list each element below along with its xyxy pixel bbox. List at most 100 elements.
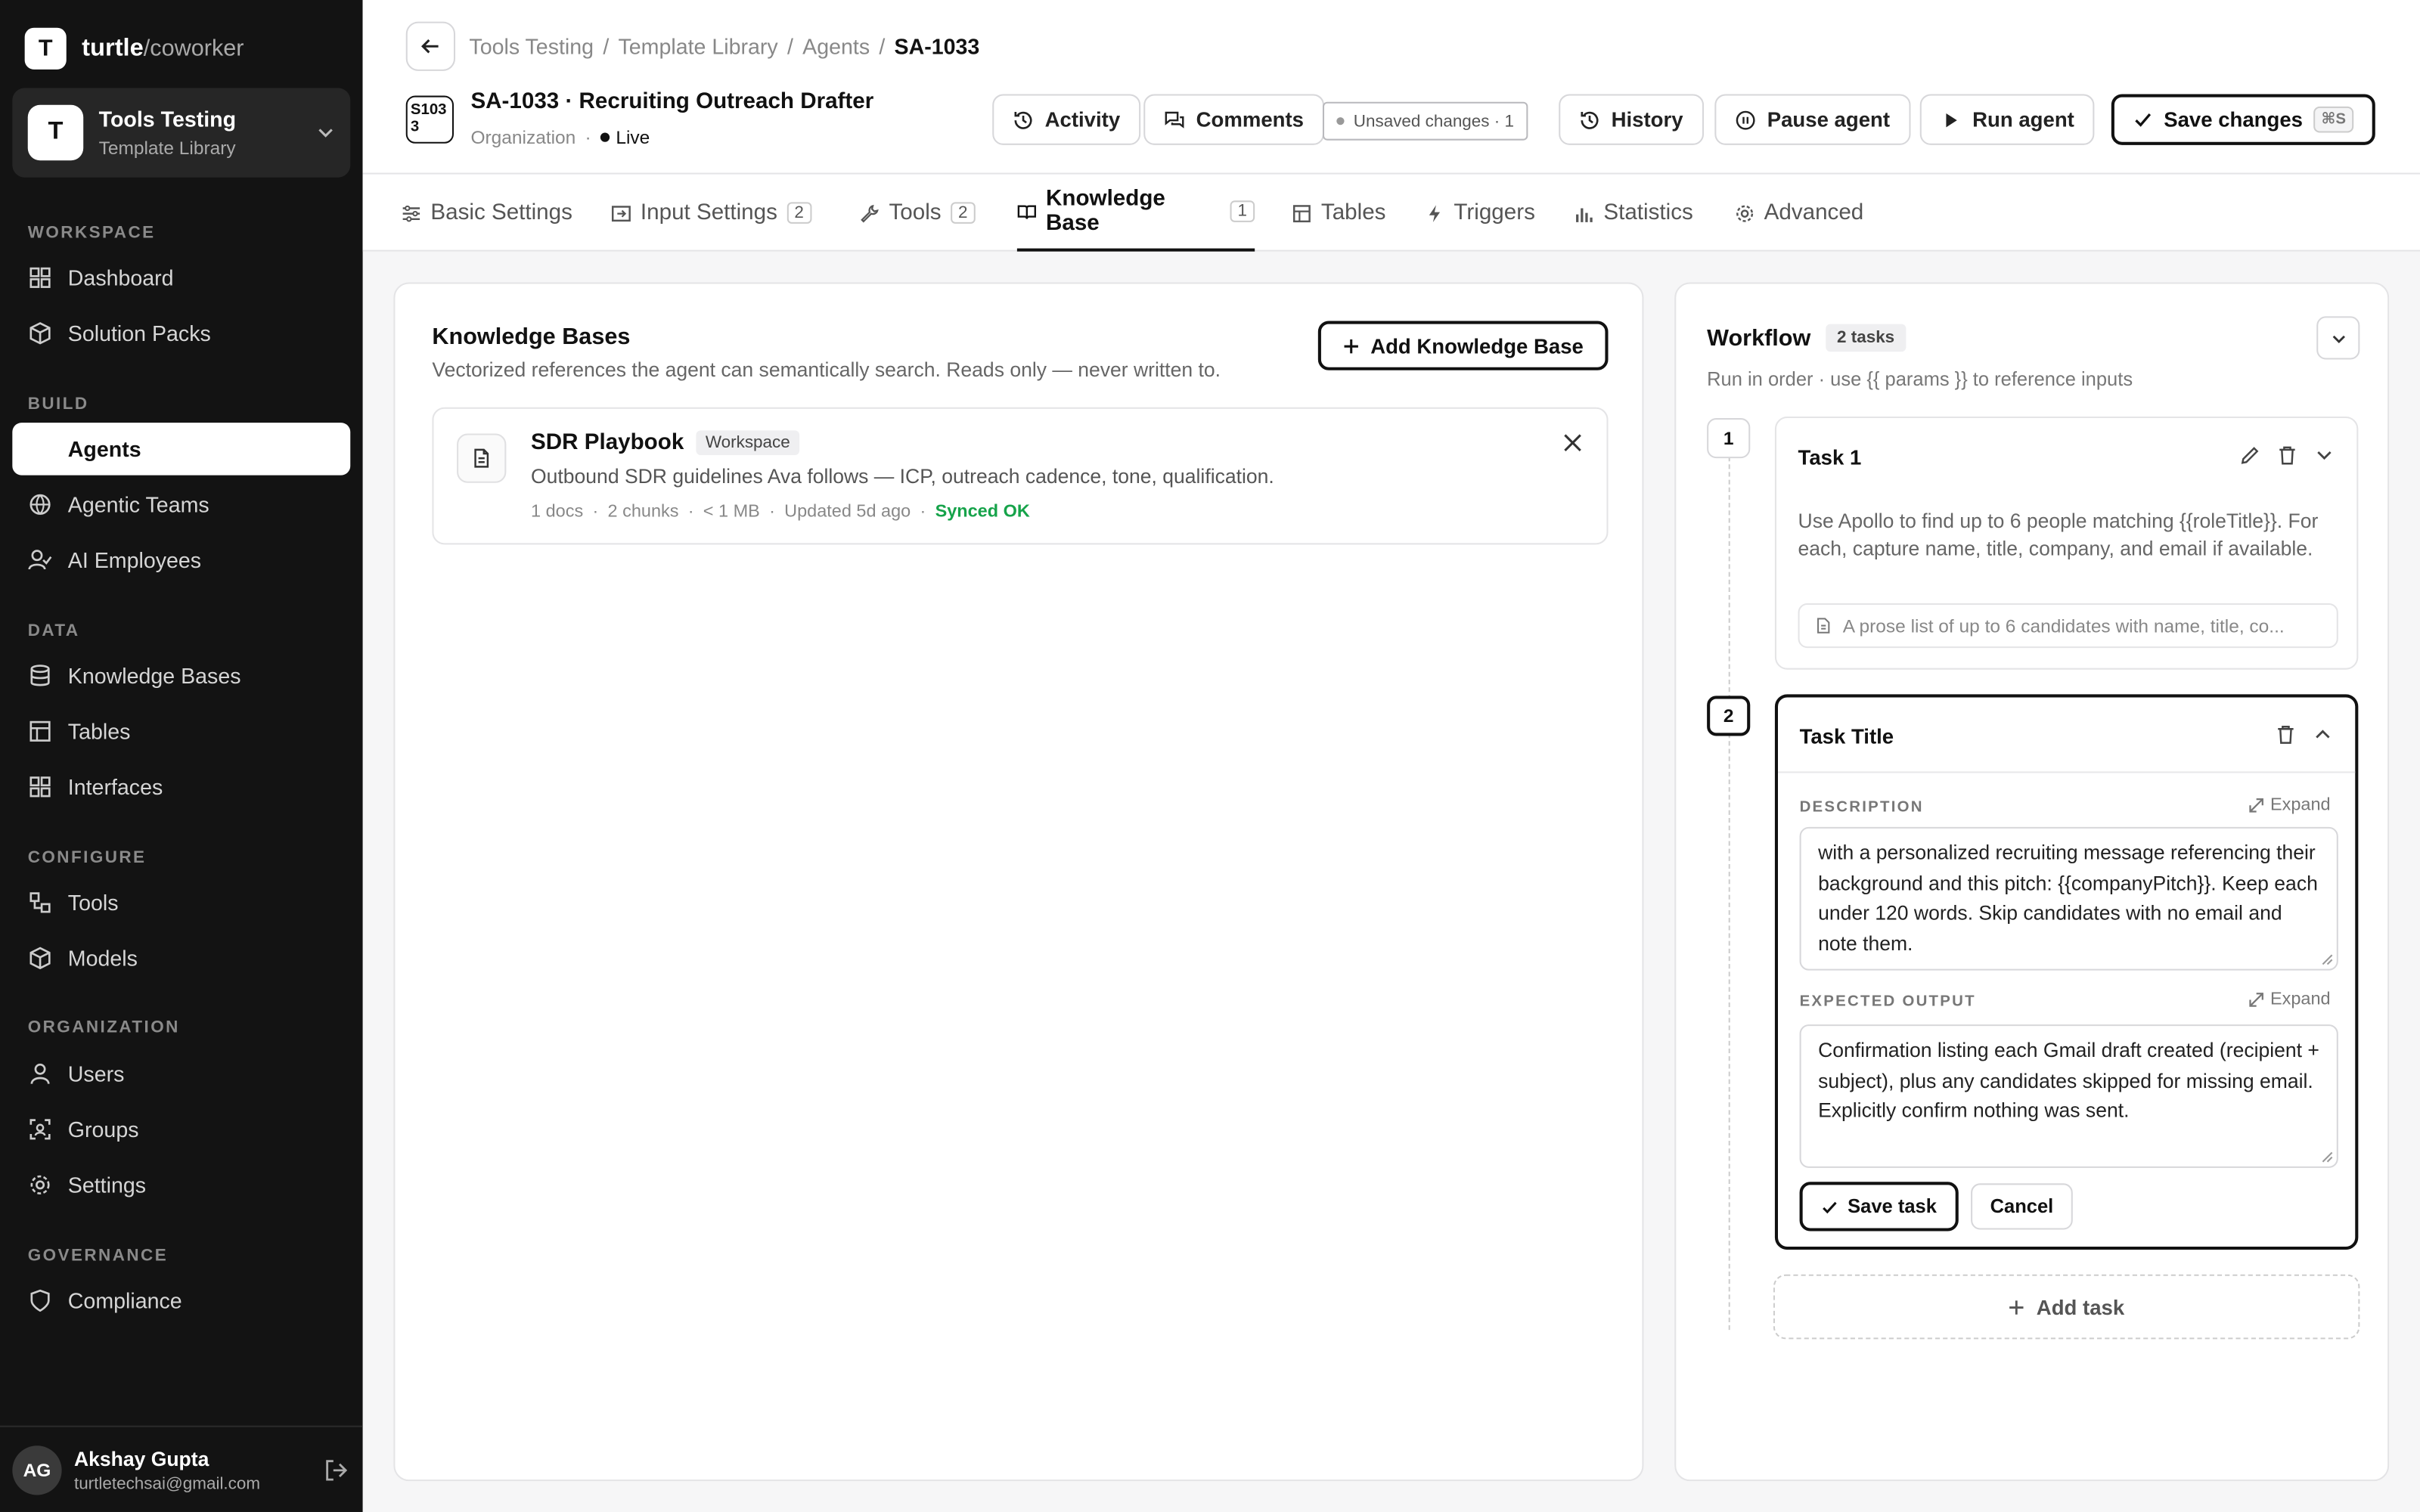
breadcrumb-template-library[interactable]: Template Library — [618, 34, 777, 59]
chevron-up-icon[interactable] — [2312, 723, 2334, 745]
sidebar-item-tools[interactable]: Tools — [12, 876, 350, 928]
task-expected-output-input[interactable]: Confirmation listing each Gmail draft cr… — [1799, 1024, 2338, 1168]
wrench-icon — [861, 203, 879, 222]
chevron-down-icon[interactable] — [2313, 445, 2335, 466]
trash-icon[interactable] — [2276, 445, 2298, 466]
kb-updated: Updated 5d ago — [784, 503, 911, 522]
knowledge-bases-panel: Knowledge Bases Vectorized references th… — [393, 282, 1644, 1482]
database-icon — [28, 664, 53, 689]
sidebar-item-dashboard[interactable]: Dashboard — [12, 252, 350, 304]
add-knowledge-base-button[interactable]: Add Knowledge Base — [1317, 321, 1609, 370]
tab-count: 2 — [950, 202, 976, 224]
tab-basic-settings[interactable]: Basic Settings — [402, 175, 572, 252]
sidebar-item-agents[interactable]: Agents — [12, 423, 351, 476]
kb-description: Outbound SDR guidelines Ava follows — IC… — [531, 464, 1274, 488]
user-profile[interactable]: AG Akshay Gupta turtletechsai@gmail.com — [0, 1425, 363, 1512]
tab-statistics[interactable]: Statistics — [1575, 175, 1693, 252]
run-agent-button[interactable]: Run agent — [1919, 94, 2095, 145]
document-icon — [1817, 618, 1830, 634]
knowledge-base-card[interactable]: SDR Playbook Workspace Outbound SDR guid… — [432, 407, 1609, 545]
workflow-title: Workflow — [1707, 324, 1811, 352]
add-kb-label: Add Knowledge Base — [1370, 333, 1584, 358]
resize-handle-icon[interactable] — [2319, 952, 2333, 965]
dashboard-icon — [28, 265, 53, 290]
collapse-workflow-button[interactable] — [2316, 316, 2360, 360]
tab-triggers[interactable]: Triggers — [1425, 175, 1535, 252]
tab-count: 1 — [1230, 200, 1255, 222]
check-icon — [1823, 1201, 1837, 1213]
nav-section-data: DATA — [27, 621, 80, 640]
layout-icon — [28, 774, 53, 799]
kb-name: SDR Playbook — [531, 430, 684, 456]
logout-icon[interactable] — [323, 1455, 351, 1483]
expand-description-button[interactable]: Expand — [2248, 796, 2331, 815]
cancel-button[interactable]: Cancel — [1971, 1183, 2073, 1230]
expand-icon — [2249, 798, 2263, 813]
kb-meta: 1 docs · 2 chunks · < 1 MB · Updated 5d … — [531, 503, 1030, 521]
tab-label: Statistics — [1603, 200, 1693, 225]
tab-label: Triggers — [1454, 200, 1535, 225]
sidebar-item-agentic-teams[interactable]: Agentic Teams — [12, 479, 350, 531]
comments-button[interactable]: Comments — [1143, 94, 1324, 145]
workflow-panel: Workflow 2 tasks Run in order · use {{ p… — [1674, 282, 2390, 1482]
sidebar-item-label: Tools — [67, 890, 119, 916]
kb-chunks: 2 chunks — [607, 503, 679, 522]
resize-handle-icon[interactable] — [2319, 1149, 2333, 1163]
task-expected-output: A prose list of up to 6 candidates with … — [1798, 603, 2338, 649]
sidebar-item-groups[interactable]: Groups — [12, 1103, 350, 1155]
save-task-button[interactable]: Save task — [1799, 1182, 1959, 1232]
sidebar: T turtle/coworker T Tools Testing Templa… — [0, 0, 363, 1512]
back-button[interactable] — [405, 21, 456, 71]
sidebar-item-compliance[interactable]: Compliance — [12, 1275, 350, 1327]
sidebar-item-label: Models — [67, 946, 138, 971]
expand-output-button[interactable]: Expand — [2248, 990, 2331, 1009]
edit-icon[interactable] — [2239, 445, 2261, 466]
tab-advanced[interactable]: Advanced — [1735, 175, 1863, 252]
section-title: Knowledge Bases — [432, 324, 631, 351]
pause-agent-button[interactable]: Pause agent — [1714, 94, 1910, 145]
tab-tables[interactable]: Tables — [1292, 175, 1385, 252]
trash-icon[interactable] — [2275, 723, 2297, 745]
workspace-switcher[interactable]: T Tools Testing Template Library — [12, 88, 351, 178]
sidebar-item-label: Compliance — [67, 1288, 182, 1313]
sidebar-item-solution-packs[interactable]: Solution Packs — [12, 307, 350, 359]
task-title[interactable]: Task Title — [1800, 725, 1894, 748]
play-icon — [1946, 112, 1957, 127]
close-icon[interactable] — [1560, 430, 1585, 455]
tab-tools[interactable]: Tools 2 — [860, 175, 976, 252]
sidebar-item-label: Knowledge Bases — [67, 663, 241, 689]
activity-button[interactable]: Activity — [992, 94, 1140, 145]
task-description-input[interactable]: with a personalized recruiting message r… — [1799, 826, 2338, 971]
task-description: Use Apollo to find up to 6 people matchi… — [1798, 509, 2319, 559]
agent-scope: Organization — [470, 126, 576, 148]
sidebar-item-users[interactable]: Users — [12, 1048, 350, 1100]
breadcrumb-agents[interactable]: Agents — [802, 34, 870, 59]
history-button[interactable]: History — [1559, 94, 1704, 145]
breadcrumb-separator: / — [603, 33, 610, 59]
nav-section-organization: ORGANIZATION — [27, 1018, 180, 1037]
expand-label: Expand — [2270, 796, 2331, 815]
task-card-1[interactable]: Task 1 Use Apollo to find up to 6 people… — [1774, 417, 2359, 670]
sidebar-item-models[interactable]: Models — [12, 932, 350, 984]
tab-label: Advanced — [1764, 200, 1864, 225]
sidebar-item-knowledge-bases[interactable]: Knowledge Bases — [12, 649, 350, 702]
sidebar-item-tables[interactable]: Tables — [12, 705, 350, 758]
sidebar-item-label: Users — [67, 1061, 125, 1086]
breadcrumb-tools-testing[interactable]: Tools Testing — [469, 34, 594, 59]
tab-input-settings[interactable]: Input Settings 2 — [611, 175, 812, 252]
brand[interactable]: T turtle/coworker — [24, 27, 244, 70]
sidebar-item-interfaces[interactable]: Interfaces — [12, 761, 350, 813]
tab-label: Tools — [889, 200, 942, 225]
save-changes-button[interactable]: Save changes ⌘S — [2111, 94, 2375, 145]
tab-knowledge-base[interactable]: Knowledge Base 1 — [1016, 175, 1255, 252]
add-task-button[interactable]: Add task — [1773, 1274, 2360, 1340]
task-card-2[interactable]: Task Title DESCRIPTION Expand with a per… — [1774, 694, 2359, 1250]
expand-label: Expand — [2270, 990, 2331, 1009]
kb-sync-status: Synced OK — [935, 503, 1030, 522]
sidebar-item-ai-employees[interactable]: AI Employees — [12, 534, 350, 586]
pause-icon — [1736, 110, 1755, 129]
description-label: DESCRIPTION — [1799, 799, 1924, 816]
check-icon — [2135, 113, 2152, 127]
expand-icon — [2249, 993, 2263, 1007]
sidebar-item-settings[interactable]: Settings — [12, 1159, 350, 1211]
